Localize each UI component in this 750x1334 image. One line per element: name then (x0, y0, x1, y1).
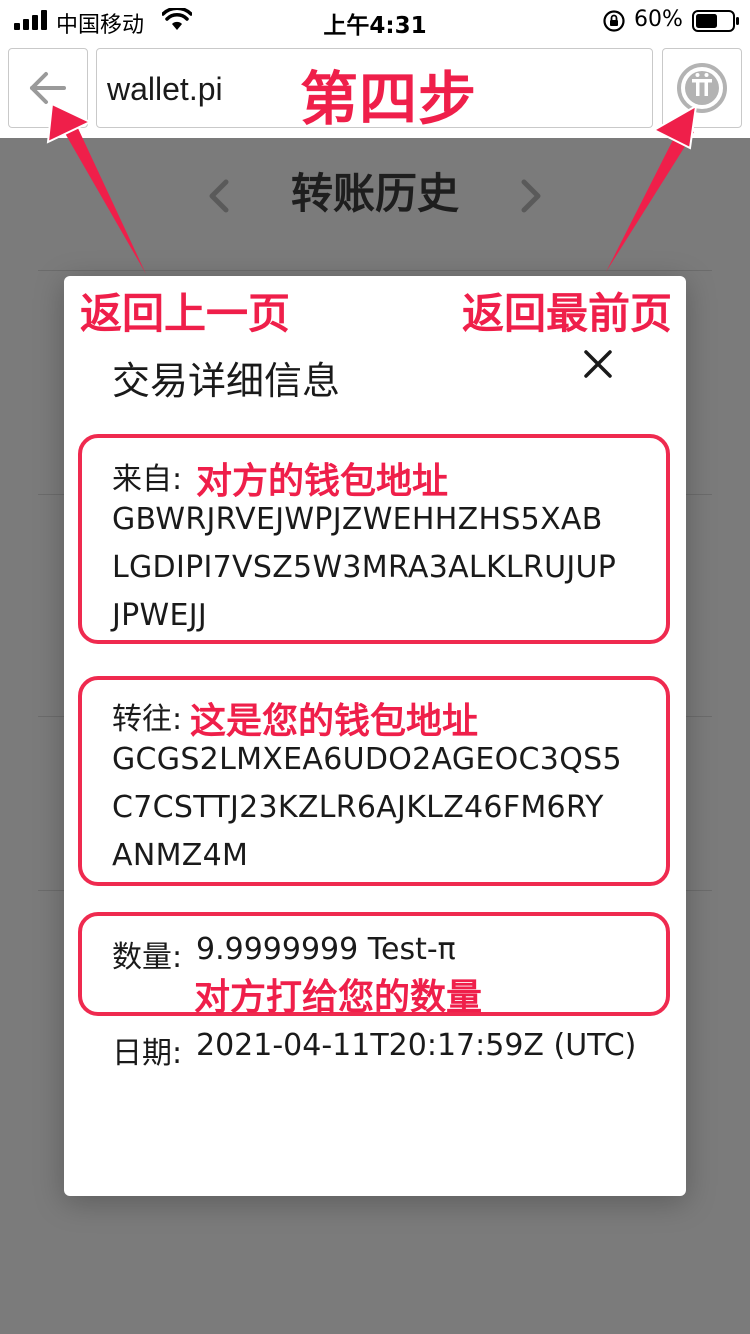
url-text: wallet.pi (107, 71, 223, 107)
pi-logo-icon (677, 63, 727, 113)
from-address-line: JPWEJJ (112, 598, 208, 633)
to-label: 转往: (112, 702, 183, 737)
step-annotation: 第四步 (300, 65, 478, 133)
to-address-line: C7CSTTJ23KZLR6AJKLZ46FM6RY (112, 790, 604, 825)
close-icon[interactable] (578, 344, 618, 384)
to-address-line: ANMZ4M (112, 838, 249, 873)
modal-title: 交易详细信息 (112, 359, 341, 403)
to-hint-annotation: 这是您的钱包地址 (190, 701, 479, 742)
amount-value: 9.9999999 Test-π (196, 932, 456, 967)
back-button[interactable] (8, 48, 88, 128)
from-address-line: LGDIPI7VSZ5W3MRA3ALKLRUJUP (112, 550, 617, 585)
back-hint-annotation: 返回上一页 (80, 289, 291, 338)
status-bar: 中国移动 上午4:31 60% (0, 0, 750, 42)
pi-home-button[interactable] (662, 48, 742, 128)
list-divider (38, 270, 712, 271)
arrow-left-icon (30, 72, 66, 104)
from-label: 来自: (112, 462, 183, 497)
amount-hint-annotation: 对方打给您的数量 (194, 977, 483, 1018)
date-value: 2021-04-11T20:17:59Z (UTC) (196, 1028, 637, 1063)
to-address-line: GCGS2LMXEA6UDO2AGEOC3QS5 (112, 742, 622, 777)
home-hint-annotation: 返回最前页 (462, 289, 673, 338)
battery-percent: 60% (634, 7, 683, 32)
from-address-line: GBWRJRVEJWPJZWEHHZHS5XAB (112, 502, 603, 537)
battery-icon (692, 10, 739, 32)
page-title: 转账历史 (290, 169, 459, 218)
from-hint-annotation: 对方的钱包地址 (196, 461, 449, 502)
chevron-right-icon[interactable] (518, 178, 546, 214)
amount-label: 数量: (112, 940, 183, 975)
date-label: 日期: (112, 1036, 183, 1071)
rotation-lock-icon (603, 10, 625, 32)
